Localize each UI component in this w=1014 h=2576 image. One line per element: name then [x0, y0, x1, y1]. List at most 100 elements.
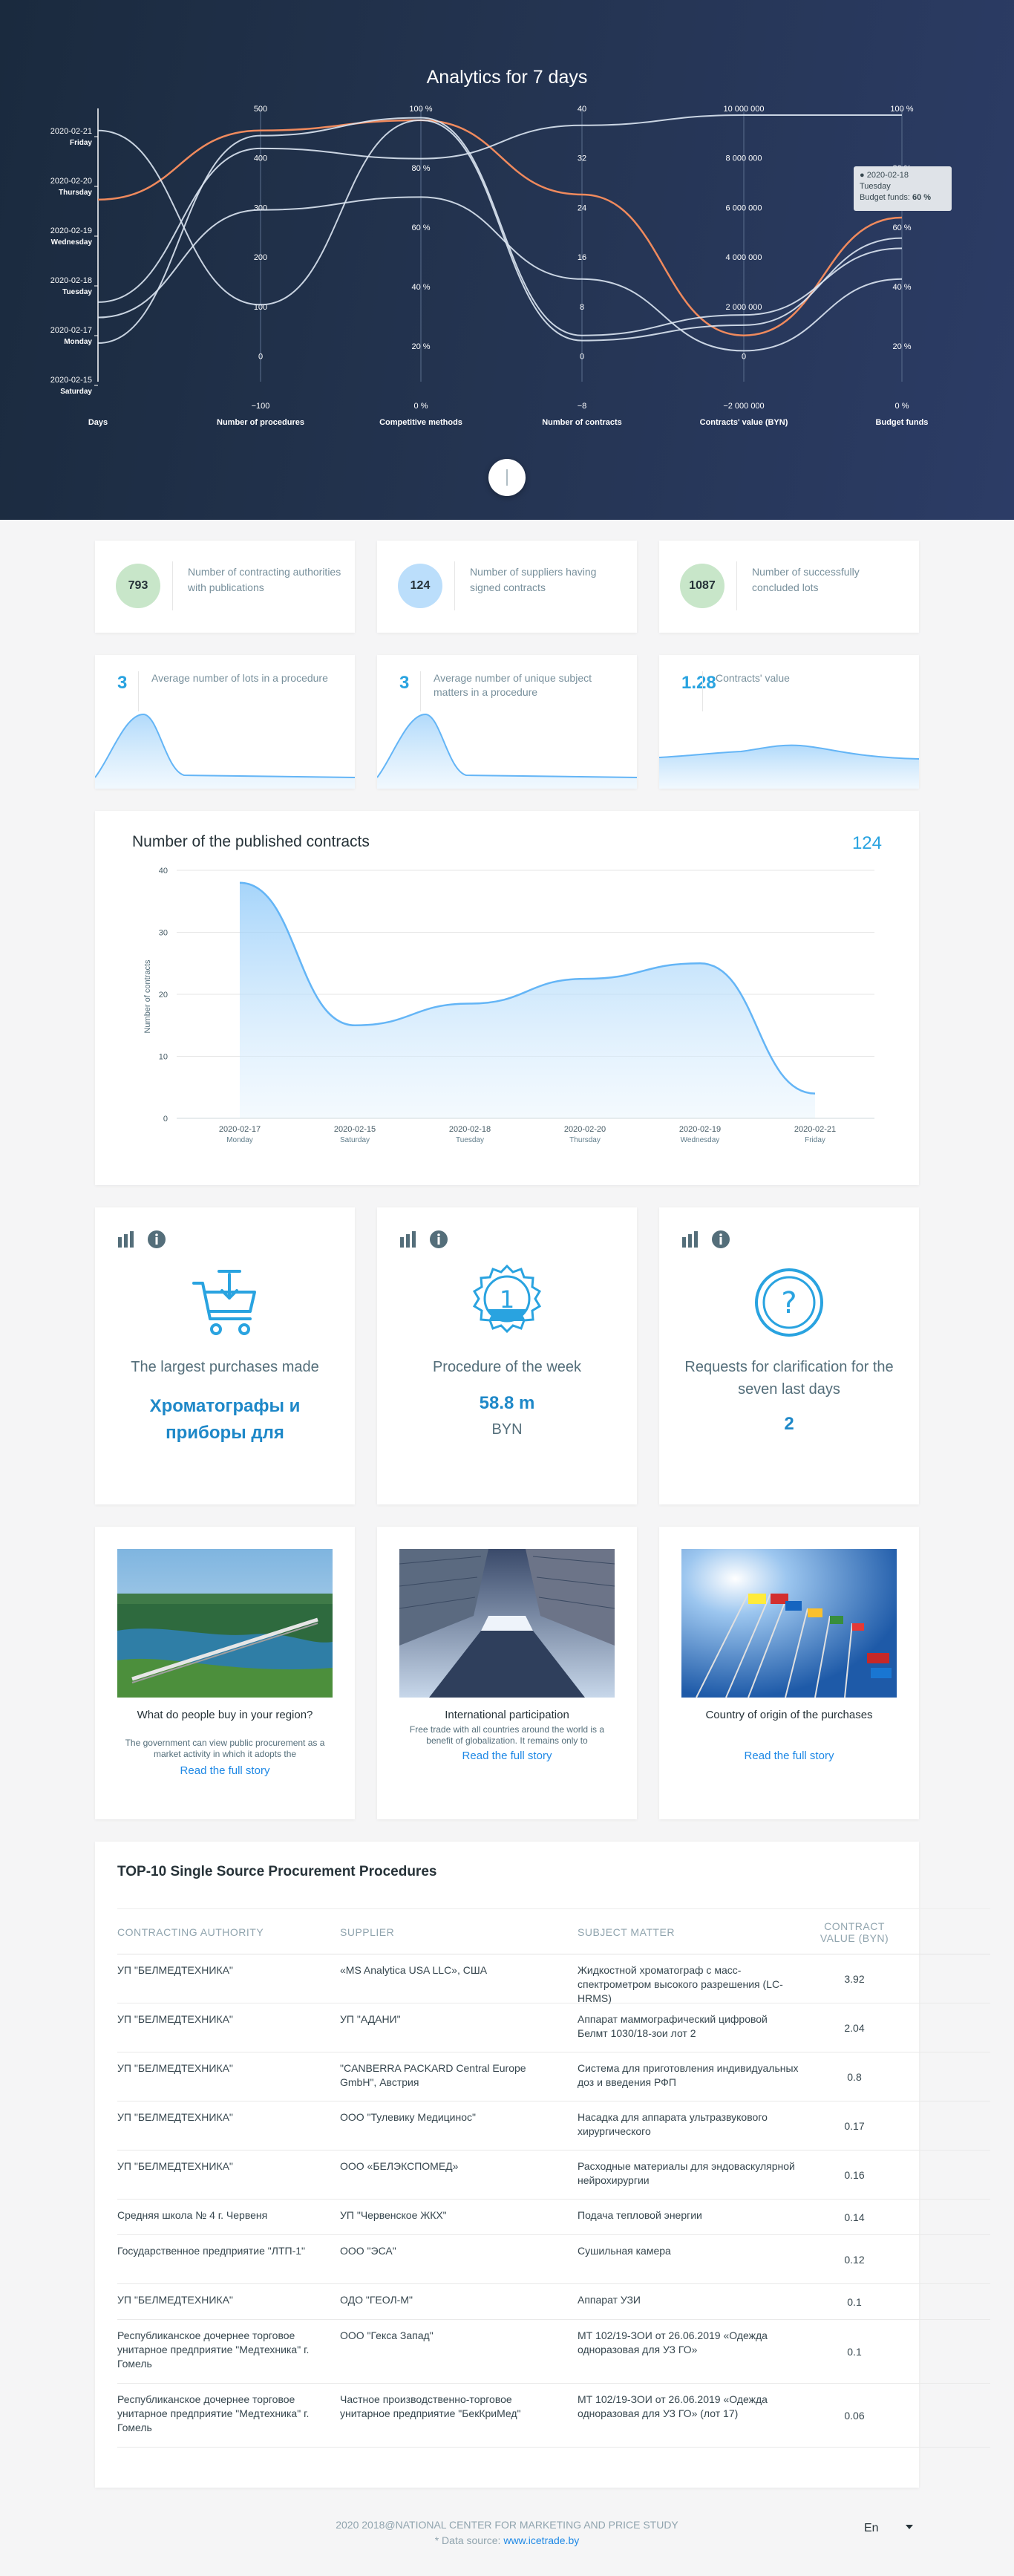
x-tick-label: 2020-02-21 [794, 1125, 836, 1134]
cell-authority: УП "БЕЛМЕДТЕХНИКА" [117, 1964, 233, 1976]
contracts-chart-card: Number of the published contracts 124 01… [95, 811, 919, 1185]
feature-unit: BYN [491, 1421, 523, 1438]
chart-tooltip: ● 2020-02-18 Tuesday Budget funds: 60 % [854, 166, 952, 211]
tooltip-label: Budget funds: [860, 193, 910, 202]
feature-card-clarification: ? Requests for clarification for the sev… [659, 1207, 919, 1504]
tick-label: Friday [70, 139, 92, 147]
story-image-bridge[interactable] [117, 1549, 333, 1698]
story-card-origin: Country of origin of the purchases Read … [659, 1527, 919, 1819]
cell-subject: Сушильная камера [578, 2245, 671, 2257]
mini-card-value: 1.28 Contracts' value [659, 655, 919, 789]
read-more-link[interactable]: Read the full story [377, 1750, 637, 1762]
divider [172, 561, 173, 610]
area-fill [240, 882, 815, 1118]
cell-value: 0.1 [847, 2296, 862, 2308]
stat-card-lots: 1087 Number of successfully concluded lo… [659, 541, 919, 633]
info-icon[interactable] [429, 1230, 448, 1249]
tick-label: 100 % [890, 105, 913, 114]
tick-label: 8 [580, 303, 584, 312]
bar-chart-icon[interactable] [681, 1231, 701, 1248]
cell-supplier: ОДО "ГЕОЛ-М" [340, 2294, 413, 2306]
tick-label: 0 [258, 353, 263, 362]
tick-label: −2 000 000 [723, 402, 764, 411]
mini-value: 1.28 [681, 673, 716, 693]
table-row[interactable]: УП "БЕЛМЕДТЕХНИКА" ООО «БЕЛЭКСПОМЕД» Расхо… [117, 2151, 990, 2200]
tick-label: Wednesday [51, 238, 93, 247]
cell-subject: Аппарат УЗИ [578, 2294, 641, 2306]
story-text: The government can view public procureme… [125, 1738, 325, 1759]
read-more-link[interactable]: Read the full story [95, 1764, 355, 1777]
table-row[interactable]: УП "БЕЛМЕДТЕХНИКА" ООО "Тулевику Медицино… [117, 2101, 990, 2151]
stat-label: Number of contracting authorities with p… [188, 566, 341, 593]
divider [138, 671, 139, 711]
tick-label: 200 [254, 253, 267, 262]
tick-label: −8 [578, 402, 587, 411]
bar-chart-icon[interactable] [117, 1231, 137, 1248]
axis-label: Number of contracts [542, 418, 622, 427]
cell-subject: Насадка для аппарата ультразвукового хир… [578, 2111, 768, 2137]
axis-label: Number of procedures [217, 418, 304, 427]
cell-authority: Средняя школа № 4 г. Червеня [117, 2209, 268, 2221]
read-more-link[interactable]: Read the full story [659, 1750, 919, 1762]
table-row[interactable]: УП "БЕЛМЕДТЕХНИКА" "CANBERRA PACKARD Cent… [117, 2052, 990, 2101]
cell-authority: Республиканское дочернее торговое унитар… [117, 2393, 310, 2433]
tick-label: 16 [578, 253, 586, 262]
analytics-hero: Analytics for 7 days Days 2020-02-21 Frida… [0, 0, 1014, 520]
tick-label: 32 [578, 154, 586, 163]
bar-chart-icon[interactable] [399, 1231, 419, 1248]
table-row[interactable]: УП "БЕЛМЕДТЕХНИКА" «MS Analytica USA LLC»… [117, 1954, 990, 2004]
cell-authority: Государственное предприятие "ЛТП-1" [117, 2245, 305, 2257]
table-row[interactable]: Республиканское дочернее торговое унитар… [117, 2384, 990, 2448]
story-card-region: What do people buy in your region? The g… [95, 1527, 355, 1819]
cell-subject: Система для приготовления индивидуальных… [578, 2062, 799, 2088]
x-tick-label: Tuesday [456, 1136, 484, 1144]
cell-value: 0.8 [847, 2071, 862, 2083]
feature-title: The largest purchases made [131, 1359, 319, 1375]
cell-subject: Подача тепловой энергии [578, 2209, 702, 2221]
tooltip-day: Tuesday [860, 182, 891, 191]
contracts-area-chart: 0 10 20 30 40 Number of contracts 2020-02-17 Mo… [143, 867, 874, 1144]
scroll-down-button[interactable] [488, 459, 526, 496]
column-header-authority[interactable]: CONTRACTING AUTHORITY [117, 1909, 325, 1955]
cell-supplier: ООО "Гекса Запад" [340, 2329, 434, 2341]
column-header-value[interactable]: CONTRACT VALUE (BYN) [814, 1909, 895, 1955]
mini-card-lots: 3 Average number of lots in a procedure [95, 655, 355, 789]
x-tick-label: Friday [805, 1136, 825, 1144]
table-row[interactable]: УП "БЕЛМЕДТЕХНИКА" ОДО "ГЕОЛ-М" Аппарат УЗ… [117, 2284, 990, 2320]
mini-value: 3 [399, 673, 410, 693]
stat-card-authorities: 793 Number of contracting authorities wi… [95, 541, 355, 633]
tick-label: 2020-02-19 [50, 226, 92, 235]
cell-supplier: ООО "Тулевику Медицинос" [340, 2111, 476, 2123]
info-icon[interactable] [711, 1230, 730, 1249]
story-image-buildings[interactable] [399, 1549, 615, 1698]
column-header-subject[interactable]: SUBJECT MATTER [578, 1909, 800, 1955]
story-image-flags[interactable] [681, 1549, 897, 1698]
cell-subject: Жидкостной хроматограф с масс-спектромет… [578, 1964, 783, 2004]
top10-table-card: TOP-10 Single Source Procurement Procedu… [95, 1842, 990, 2488]
tick-label: 2020-02-18 [50, 276, 92, 285]
feature-value[interactable]: Хроматографы и приборы для [95, 1393, 355, 1447]
series-line [97, 117, 903, 345]
table-row[interactable]: Средняя школа № 4 г. Червеня УП "Червенск… [117, 2200, 990, 2235]
stat-value: 1087 [680, 564, 724, 608]
x-tick-label: Thursday [569, 1136, 601, 1144]
cell-supplier: "CANBERRA PACKARD Central Europe GmbH", … [340, 2062, 526, 2088]
mini-sparkline [377, 713, 637, 789]
footer-source-link[interactable]: www.icetrade.by [503, 2534, 579, 2546]
chevron-down-icon[interactable] [906, 2525, 913, 2529]
x-tick-label: 2020-02-15 [334, 1125, 376, 1134]
footer-copyright: 2020 2018@NATIONAL CENTER FOR MARKETING … [336, 2519, 678, 2531]
table-row[interactable]: Республиканское дочернее торговое унитар… [117, 2320, 990, 2384]
mini-sparkline [659, 744, 919, 789]
cell-subject: МТ 102/19-ЗОИ от 26.06.2019 «Одежда одно… [578, 2393, 768, 2419]
cell-supplier: ООО "ЭСА" [340, 2245, 396, 2257]
info-icon[interactable] [147, 1230, 166, 1249]
y-tick-label: 40 [159, 867, 168, 875]
language-select[interactable]: En [864, 2522, 879, 2535]
axis-label: Days [88, 418, 108, 427]
table-row[interactable]: Государственное предприятие "ЛТП-1" ООО "… [117, 2235, 990, 2284]
table-row[interactable]: УП "БЕЛМЕДТЕХНИКА" УП "АДАНИ" Аппарат мамм… [117, 2003, 990, 2052]
cell-subject: МТ 102/19-ЗОИ от 26.06.2019 «Одежда одно… [578, 2329, 768, 2355]
column-header-supplier[interactable]: SUPPLIER [340, 1909, 563, 1955]
cell-authority: УП "БЕЛМЕДТЕХНИКА" [117, 2013, 233, 2025]
